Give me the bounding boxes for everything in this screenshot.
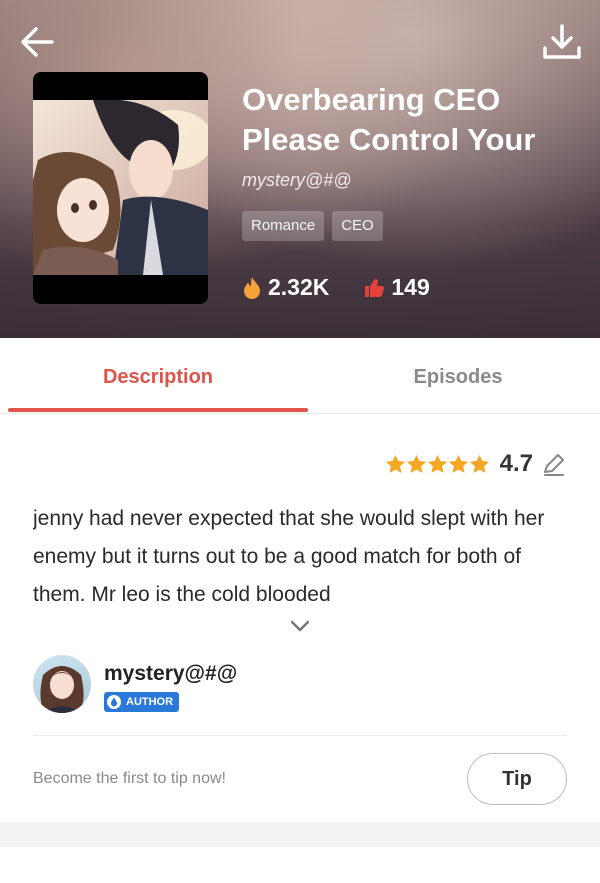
back-arrow-icon[interactable] <box>18 22 58 62</box>
tag-romance[interactable]: Romance <box>242 211 325 241</box>
active-tab-indicator <box>8 408 308 412</box>
chevron-down-icon[interactable] <box>287 616 313 636</box>
star-icon <box>448 454 468 473</box>
edit-pencil-icon[interactable] <box>541 451 567 477</box>
star-icon <box>406 454 426 473</box>
views-count: 2.32K <box>268 274 330 300</box>
book-stats: 2.32K 149 <box>242 274 430 301</box>
tab-episodes[interactable]: Episodes <box>308 338 600 414</box>
tip-button[interactable]: Tip <box>467 753 567 805</box>
book-title: Overbearing CEO Please Control Your <box>242 82 536 157</box>
section-separator <box>0 822 600 847</box>
download-icon[interactable] <box>540 22 584 62</box>
author-badge: AUTHOR <box>104 692 180 712</box>
author-name[interactable]: mystery@#@ <box>104 662 237 686</box>
tip-prompt: Become the first to tip now! <box>33 770 226 787</box>
author-badge-label: AUTHOR <box>126 696 174 708</box>
genre-tags: Romance CEO <box>242 211 383 241</box>
thumbs-up-icon <box>365 278 385 297</box>
rating-row: 4.7 <box>385 450 567 478</box>
book-header: Overbearing CEO Please Control Your myst… <box>0 0 600 338</box>
star-icon <box>427 454 447 473</box>
star-icon <box>385 454 405 473</box>
star-icon <box>469 454 489 473</box>
book-author[interactable]: mystery@#@ <box>242 170 352 191</box>
rating-value: 4.7 <box>499 450 533 477</box>
likes-count: 149 <box>391 274 430 300</box>
divider <box>33 735 567 736</box>
cover-illustration <box>33 100 208 275</box>
book-description: jenny had never expected that she would … <box>33 507 545 606</box>
tag-ceo[interactable]: CEO <box>332 211 383 241</box>
star-rating[interactable] <box>385 454 490 474</box>
avatar[interactable] <box>33 655 91 713</box>
book-cover[interactable] <box>33 72 208 304</box>
tab-bar: Description Episodes <box>0 338 600 414</box>
author-badge-icon <box>107 695 121 709</box>
views-stat: 2.32K <box>242 274 329 301</box>
likes-stat[interactable]: 149 <box>363 274 430 301</box>
flame-icon <box>244 276 260 299</box>
tab-description[interactable]: Description <box>8 338 308 414</box>
